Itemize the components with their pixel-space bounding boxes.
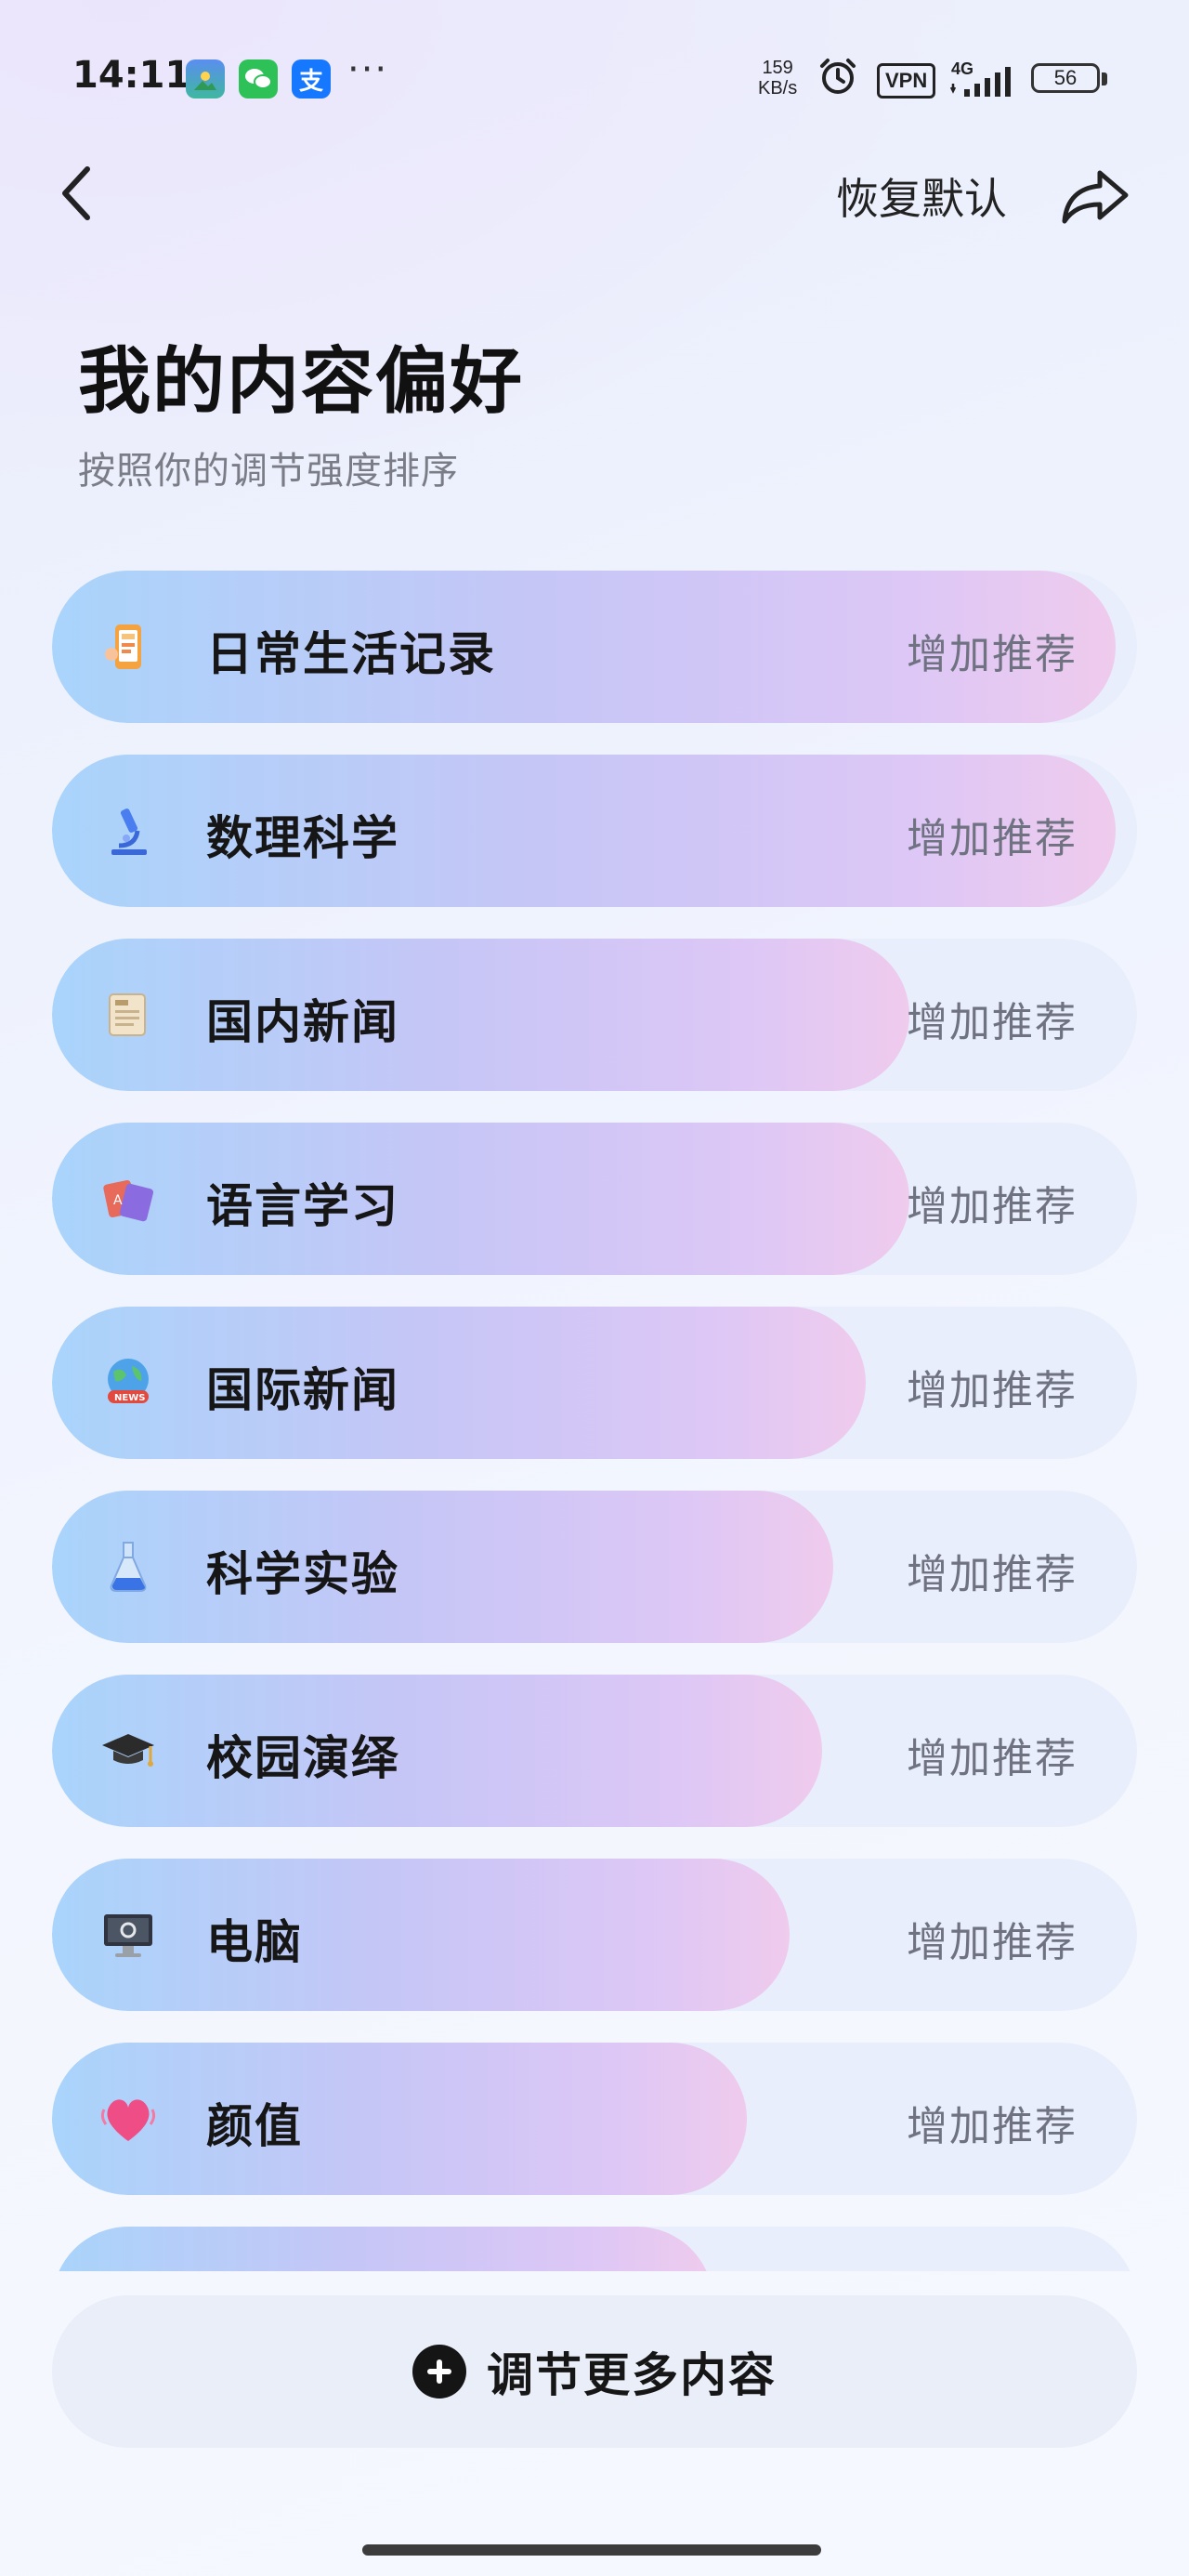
preference-list: 日常生活记录 增加推荐 数理科学 增加推荐 国内新闻 增加推荐 A 语言学习 增加推荐 NEWS 国…: [0, 571, 1189, 2271]
phone-life-icon: [105, 624, 141, 669]
preference-row[interactable]: 日常生活记录 增加推荐: [52, 571, 1137, 723]
increase-recommend-button[interactable]: 增加推荐: [907, 989, 1078, 1048]
computer-icon: [104, 1914, 152, 1957]
network-speed-value: 159: [762, 58, 793, 78]
preference-label: 日常生活记录: [206, 627, 496, 681]
battery-indicator: 56: [1031, 63, 1100, 93]
vpn-badge: VPN: [877, 63, 936, 99]
preference-strength-bar[interactable]: [52, 939, 909, 1091]
preference-label: 电脑: [206, 1915, 303, 1969]
network-type-label: 4G: [951, 59, 973, 78]
preference-strength-bar[interactable]: [52, 1859, 790, 2011]
svg-text:NEWS: NEWS: [114, 1393, 145, 1403]
preference-strength-bar[interactable]: [52, 2227, 713, 2271]
back-arrow-icon[interactable]: [48, 156, 104, 230]
network-speed: 159 KB/s: [758, 58, 797, 99]
status-time: 14:11: [72, 54, 191, 97]
microscope-icon: [111, 808, 147, 855]
adjust-more-label: 调节更多内容: [487, 2348, 777, 2402]
increase-recommend-button[interactable]: 增加推荐: [907, 805, 1078, 864]
preference-row[interactable]: 颜值 增加推荐: [52, 2043, 1137, 2195]
preference-row[interactable]: 数理科学 增加推荐: [52, 755, 1137, 907]
preference-strength-bar[interactable]: [52, 1307, 866, 1459]
restore-default-button[interactable]: 恢复默认: [836, 165, 1007, 227]
increase-recommend-button[interactable]: 增加推荐: [907, 1357, 1078, 1416]
graduation-cap-icon: [102, 1734, 154, 1767]
cellular-signal-icon: 4G: [949, 59, 1011, 97]
wechat-icon: [239, 59, 278, 99]
increase-recommend-button[interactable]: 增加推荐: [907, 621, 1078, 680]
adjust-more-content-button[interactable]: 调节更多内容: [52, 2295, 1137, 2448]
preference-label: 科学实验: [206, 1547, 399, 1601]
heart-icon: [100, 2099, 156, 2141]
increase-recommend-button[interactable]: 增加推荐: [907, 1173, 1078, 1232]
page-title: 我的内容偏好: [78, 340, 525, 424]
page-subtitle: 按照你的调节强度排序: [78, 450, 459, 493]
increase-recommend-button[interactable]: 增加推荐: [907, 2093, 1078, 2152]
preference-strength-bar[interactable]: [52, 1123, 909, 1275]
svg-text:A: A: [113, 1193, 123, 1208]
preference-strength-bar[interactable]: [52, 1675, 822, 1827]
globe-news-icon: NEWS: [108, 1359, 149, 1403]
preference-row[interactable]: 电脑 增加推荐: [52, 1859, 1137, 2011]
network-speed-unit: KB/s: [758, 78, 798, 99]
plus-circle-icon: [412, 2345, 466, 2399]
language-cards-icon: A: [103, 1180, 154, 1222]
preference-label: 数理科学: [206, 811, 399, 865]
increase-recommend-button[interactable]: 增加推荐: [907, 1541, 1078, 1600]
preference-row[interactable]: 科学实验 增加推荐: [52, 1491, 1137, 1643]
status-bar: 14:11 支 ··· 159 KB/s VPN 4G 56: [0, 0, 1189, 158]
preference-label: 国内新闻: [206, 995, 399, 1049]
preference-label: 校园演绎: [206, 1731, 399, 1785]
battery-tip: [1102, 72, 1107, 85]
increase-recommend-button[interactable]: 增加推荐: [907, 1909, 1078, 1968]
share-icon[interactable]: [1059, 158, 1133, 232]
alipay-icon: 支: [292, 59, 331, 99]
increase-recommend-button[interactable]: 增加推荐: [907, 1725, 1078, 1784]
home-indicator[interactable]: [362, 2544, 821, 2556]
preference-row[interactable]: NEWS 国际新闻 增加推荐: [52, 1307, 1137, 1459]
preference-label: 国际新闻: [206, 1363, 399, 1417]
newspaper-icon: [109, 993, 146, 1036]
preference-strength-bar[interactable]: [52, 1491, 833, 1643]
more-notifications-icon: ···: [347, 48, 389, 91]
preference-row[interactable]: A 语言学习 增加推荐: [52, 1123, 1137, 1275]
preference-row[interactable]: 国内新闻 增加推荐: [52, 939, 1137, 1091]
gallery-app-icon: [186, 59, 225, 99]
preference-label: 语言学习: [206, 1179, 399, 1233]
flask-icon: [110, 1542, 147, 1592]
preference-row[interactable]: [52, 2227, 1137, 2271]
preference-label: 颜值: [206, 2099, 303, 2153]
preference-row[interactable]: 校园演绎 增加推荐: [52, 1675, 1137, 1827]
alarm-icon: [820, 59, 856, 94]
